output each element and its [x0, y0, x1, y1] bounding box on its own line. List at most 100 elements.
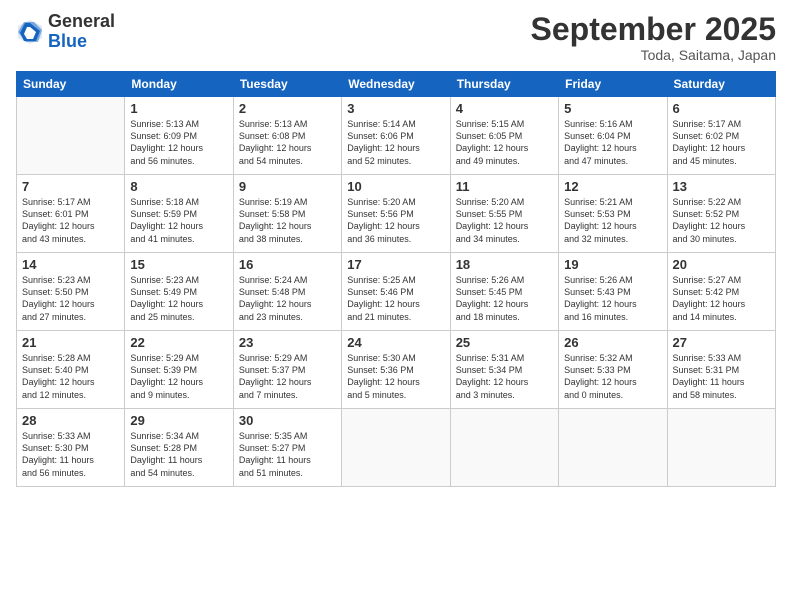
day-number: 6: [673, 101, 770, 116]
cell-content: Sunrise: 5:32 AM Sunset: 5:33 PM Dayligh…: [564, 352, 661, 401]
calendar-week-0: 1 Sunrise: 5:13 AM Sunset: 6:09 PM Daylig…: [17, 97, 776, 175]
calendar-header-row: SundayMondayTuesdayWednesdayThursdayFrid…: [17, 72, 776, 97]
day-number: 5: [564, 101, 661, 116]
calendar-cell: [667, 409, 775, 487]
location-subtitle: Toda, Saitama, Japan: [531, 47, 776, 63]
calendar-cell: 17 Sunrise: 5:25 AM Sunset: 5:46 PM Dayli…: [342, 253, 450, 331]
day-header-friday: Friday: [559, 72, 667, 97]
calendar-cell: [342, 409, 450, 487]
day-number: 7: [22, 179, 119, 194]
calendar-cell: 9Sunrise: 5:19 AM Sunset: 5:58 PM Daylig…: [233, 175, 341, 253]
calendar-cell: 10 Sunrise: 5:20 AM Sunset: 5:56 PM Dayli…: [342, 175, 450, 253]
cell-content: Sunrise: 5:17 AM Sunset: 6:02 PM Dayligh…: [673, 118, 770, 167]
day-number: 30: [239, 413, 336, 428]
cell-content: Sunrise: 5:25 AM Sunset: 5:46 PM Dayligh…: [347, 274, 444, 323]
day-number: 19: [564, 257, 661, 272]
calendar-cell: [559, 409, 667, 487]
cell-content: Sunrise: 5:13 AM Sunset: 6:08 PM Dayligh…: [239, 118, 336, 167]
cell-content: Sunrise: 5:26 AM Sunset: 5:45 PM Dayligh…: [456, 274, 553, 323]
calendar-week-3: 21Sunrise: 5:28 AM Sunset: 5:40 PM Dayli…: [17, 331, 776, 409]
day-number: 16: [239, 257, 336, 272]
calendar-cell: 27 Sunrise: 5:33 AM Sunset: 5:31 PM Dayli…: [667, 331, 775, 409]
calendar-cell: 1 Sunrise: 5:13 AM Sunset: 6:09 PM Daylig…: [125, 97, 233, 175]
calendar-cell: [17, 97, 125, 175]
cell-content: Sunrise: 5:21 AM Sunset: 5:53 PM Dayligh…: [564, 196, 661, 245]
day-number: 17: [347, 257, 444, 272]
calendar-cell: 6 Sunrise: 5:17 AM Sunset: 6:02 PM Daylig…: [667, 97, 775, 175]
day-header-monday: Monday: [125, 72, 233, 97]
calendar-cell: 4 Sunrise: 5:15 AM Sunset: 6:05 PM Daylig…: [450, 97, 558, 175]
cell-content: Sunrise: 5:22 AM Sunset: 5:52 PM Dayligh…: [673, 196, 770, 245]
calendar-cell: 19Sunrise: 5:26 AM Sunset: 5:43 PM Dayli…: [559, 253, 667, 331]
cell-content: Sunrise: 5:14 AM Sunset: 6:06 PM Dayligh…: [347, 118, 444, 167]
day-header-sunday: Sunday: [17, 72, 125, 97]
page-container: General Blue September 2025 Toda, Saitam…: [0, 0, 792, 499]
calendar-cell: 2 Sunrise: 5:13 AM Sunset: 6:08 PM Daylig…: [233, 97, 341, 175]
day-number: 4: [456, 101, 553, 116]
calendar-cell: 3 Sunrise: 5:14 AM Sunset: 6:06 PM Daylig…: [342, 97, 450, 175]
day-number: 1: [130, 101, 227, 116]
calendar-cell: 11 Sunrise: 5:20 AM Sunset: 5:55 PM Dayli…: [450, 175, 558, 253]
cell-content: Sunrise: 5:17 AM Sunset: 6:01 PM Dayligh…: [22, 196, 119, 245]
calendar-cell: 5 Sunrise: 5:16 AM Sunset: 6:04 PM Daylig…: [559, 97, 667, 175]
day-number: 12: [564, 179, 661, 194]
calendar-week-4: 28 Sunrise: 5:33 AM Sunset: 5:30 PM Dayli…: [17, 409, 776, 487]
cell-content: Sunrise: 5:33 AM Sunset: 5:31 PM Dayligh…: [673, 352, 770, 401]
day-number: 29: [130, 413, 227, 428]
cell-content: Sunrise: 5:18 AM Sunset: 5:59 PM Dayligh…: [130, 196, 227, 245]
title-block: September 2025 Toda, Saitama, Japan: [531, 12, 776, 63]
calendar-cell: 16 Sunrise: 5:24 AM Sunset: 5:48 PM Dayli…: [233, 253, 341, 331]
cell-content: Sunrise: 5:13 AM Sunset: 6:09 PM Dayligh…: [130, 118, 227, 167]
cell-content: Sunrise: 5:29 AM Sunset: 5:39 PM Dayligh…: [130, 352, 227, 401]
calendar-cell: 8 Sunrise: 5:18 AM Sunset: 5:59 PM Daylig…: [125, 175, 233, 253]
day-number: 11: [456, 179, 553, 194]
calendar-week-1: 7 Sunrise: 5:17 AM Sunset: 6:01 PM Daylig…: [17, 175, 776, 253]
calendar-cell: [450, 409, 558, 487]
day-number: 26: [564, 335, 661, 350]
calendar-cell: 21Sunrise: 5:28 AM Sunset: 5:40 PM Dayli…: [17, 331, 125, 409]
day-number: 27: [673, 335, 770, 350]
cell-content: Sunrise: 5:16 AM Sunset: 6:04 PM Dayligh…: [564, 118, 661, 167]
day-number: 13: [673, 179, 770, 194]
day-number: 22: [130, 335, 227, 350]
calendar-cell: 22 Sunrise: 5:29 AM Sunset: 5:39 PM Dayli…: [125, 331, 233, 409]
cell-content: Sunrise: 5:27 AM Sunset: 5:42 PM Dayligh…: [673, 274, 770, 323]
logo-text: General Blue: [48, 12, 115, 52]
day-number: 10: [347, 179, 444, 194]
calendar-cell: 12 Sunrise: 5:21 AM Sunset: 5:53 PM Dayli…: [559, 175, 667, 253]
cell-content: Sunrise: 5:24 AM Sunset: 5:48 PM Dayligh…: [239, 274, 336, 323]
cell-content: Sunrise: 5:35 AM Sunset: 5:27 PM Dayligh…: [239, 430, 336, 479]
day-number: 8: [130, 179, 227, 194]
calendar-cell: 18 Sunrise: 5:26 AM Sunset: 5:45 PM Dayli…: [450, 253, 558, 331]
cell-content: Sunrise: 5:29 AM Sunset: 5:37 PM Dayligh…: [239, 352, 336, 401]
calendar-cell: 15Sunrise: 5:23 AM Sunset: 5:49 PM Dayli…: [125, 253, 233, 331]
calendar-table: SundayMondayTuesdayWednesdayThursdayFrid…: [16, 71, 776, 487]
calendar-cell: 20 Sunrise: 5:27 AM Sunset: 5:42 PM Dayli…: [667, 253, 775, 331]
cell-content: Sunrise: 5:23 AM Sunset: 5:49 PM Dayligh…: [130, 274, 227, 323]
cell-content: Sunrise: 5:33 AM Sunset: 5:30 PM Dayligh…: [22, 430, 119, 479]
day-number: 28: [22, 413, 119, 428]
cell-content: Sunrise: 5:23 AM Sunset: 5:50 PM Dayligh…: [22, 274, 119, 323]
calendar-cell: 25Sunrise: 5:31 AM Sunset: 5:34 PM Dayli…: [450, 331, 558, 409]
cell-content: Sunrise: 5:34 AM Sunset: 5:28 PM Dayligh…: [130, 430, 227, 479]
day-number: 2: [239, 101, 336, 116]
day-header-tuesday: Tuesday: [233, 72, 341, 97]
day-number: 23: [239, 335, 336, 350]
calendar-cell: 28 Sunrise: 5:33 AM Sunset: 5:30 PM Dayli…: [17, 409, 125, 487]
cell-content: Sunrise: 5:20 AM Sunset: 5:56 PM Dayligh…: [347, 196, 444, 245]
cell-content: Sunrise: 5:20 AM Sunset: 5:55 PM Dayligh…: [456, 196, 553, 245]
day-number: 3: [347, 101, 444, 116]
day-number: 24: [347, 335, 444, 350]
header: General Blue September 2025 Toda, Saitam…: [16, 12, 776, 63]
cell-content: Sunrise: 5:15 AM Sunset: 6:05 PM Dayligh…: [456, 118, 553, 167]
logo: General Blue: [16, 12, 115, 52]
day-header-thursday: Thursday: [450, 72, 558, 97]
calendar-cell: 23 Sunrise: 5:29 AM Sunset: 5:37 PM Dayli…: [233, 331, 341, 409]
calendar-cell: 30 Sunrise: 5:35 AM Sunset: 5:27 PM Dayli…: [233, 409, 341, 487]
day-header-wednesday: Wednesday: [342, 72, 450, 97]
calendar-cell: 14Sunrise: 5:23 AM Sunset: 5:50 PM Dayli…: [17, 253, 125, 331]
cell-content: Sunrise: 5:31 AM Sunset: 5:34 PM Dayligh…: [456, 352, 553, 401]
day-number: 18: [456, 257, 553, 272]
calendar-week-2: 14Sunrise: 5:23 AM Sunset: 5:50 PM Dayli…: [17, 253, 776, 331]
day-number: 20: [673, 257, 770, 272]
